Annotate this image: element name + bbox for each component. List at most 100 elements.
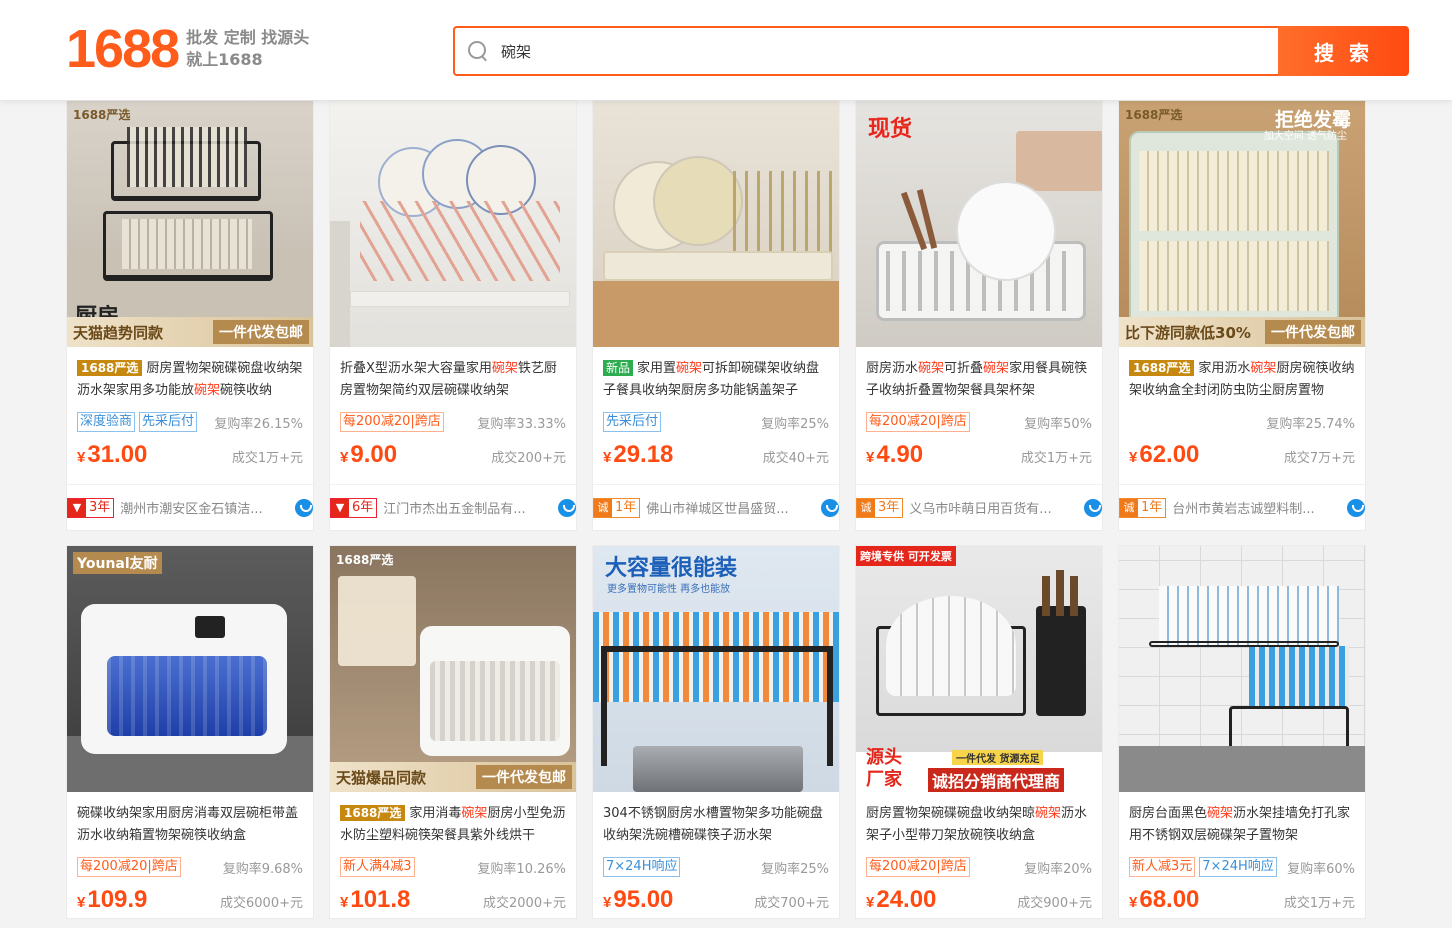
product-card[interactable]: 跨境专供 可开发票 源头 厂家 一件代发 货源充足 诚招分销商代理商 厨房置物架… xyxy=(855,545,1103,919)
title-badge: 1688严选 xyxy=(77,360,143,376)
title-text: 可拆卸碗碟架收纳盘子餐具收纳架厨房多功能锅盖架子 xyxy=(603,361,820,398)
product-image[interactable]: Younal友耐 xyxy=(67,546,313,792)
chengxin-icon: 诚 xyxy=(1120,498,1138,517)
product-image[interactable]: 1688严选 天猫爆品同款 一件代发包邮 xyxy=(330,546,576,792)
title-text: 厨房台面黑色 xyxy=(1129,806,1208,821)
price: ¥62.00 xyxy=(1129,441,1199,469)
shop-years: 6年 xyxy=(352,499,374,515)
search-bar: 搜 索 xyxy=(453,26,1409,76)
title-keyword: 碗架 xyxy=(983,361,1010,376)
shop-years: 3年 xyxy=(89,499,111,515)
tag-row: 每200减20|跨店 复购率50% xyxy=(866,411,1092,433)
rebuy-rate: 复购率25.74% xyxy=(1266,416,1355,432)
promo-tag: 先采后付 xyxy=(139,412,198,432)
wangwang-chat-icon[interactable] xyxy=(821,498,839,517)
product-info: 厨房置物架碗碟碗盘收纳架晾碗架沥水架子小型带刀架放碗筷收纳盒 每200减20|跨… xyxy=(856,803,1102,918)
product-card[interactable]: 新品 家用置碗架可拆卸碗碟架收纳盘子餐具收纳架厨房多功能锅盖架子 先采后付 复购率… xyxy=(592,100,840,531)
shop-row[interactable]: ▼ 6年 江门市杰出五金制品有... xyxy=(330,484,576,530)
shop-name[interactable]: 义乌市咔萌日用百货有... xyxy=(909,498,1076,517)
price: ¥68.00 xyxy=(1129,886,1199,914)
tag-row: 新人减3元 7×24H响应 复购率60% xyxy=(1129,856,1355,878)
product-card[interactable]: 1688严选 天猫爆品同款 一件代发包邮 1688严选 家用消毒碗架厨房小型免沥水… xyxy=(329,545,577,919)
shop-years: 1年 xyxy=(1141,499,1163,515)
product-title[interactable]: 1688严选 厨房置物架碗碟碗盘收纳架沥水架家用多功能放碗架碗筷收纳 xyxy=(77,358,303,402)
wangwang-chat-icon[interactable] xyxy=(1084,498,1102,517)
deal-volume: 成交1万+元 xyxy=(1020,451,1092,466)
title-text: 厨房沥水 xyxy=(866,361,919,376)
product-image[interactable] xyxy=(330,101,576,347)
shop-row[interactable]: 诚 1年 佛山市禅城区世昌盛贸... xyxy=(593,484,839,530)
image-banner-left: 天猫爆品同款 xyxy=(336,768,427,787)
product-image[interactable] xyxy=(1119,546,1365,792)
product-card[interactable]: 厨房1688严选 天猫趋势同款 一件代发包邮 1688严选厨房置物架碗碟碗盘收纳… xyxy=(66,100,314,531)
product-image[interactable]: 现货 xyxy=(856,101,1102,347)
product-title[interactable]: 厨房台面黑色碗架沥水架挂墙免打孔家用不锈钢双层碗碟架子置物架 xyxy=(1129,803,1355,847)
product-card[interactable]: 厨房台面黑色碗架沥水架挂墙免打孔家用不锈钢双层碗碟架子置物架 新人减3元 7×24… xyxy=(1118,545,1366,919)
wangwang-chat-icon[interactable] xyxy=(295,498,313,517)
currency-symbol: ¥ xyxy=(866,894,875,911)
product-image[interactable]: 1688严选 拒绝发霉 加大空间 透气防尘 比下游同款低30% 一件代发包邮 xyxy=(1119,101,1365,347)
image-banner-right: 一件代发包邮 xyxy=(213,320,309,344)
product-image[interactable]: 跨境专供 可开发票 源头 厂家 一件代发 货源充足 诚招分销商代理商 xyxy=(856,546,1102,792)
promo-tag: 每200减20|跨店 xyxy=(866,412,970,432)
product-title[interactable]: 1688严选 家用消毒碗架厨房小型免沥水防尘塑料碗筷架餐具紫外线烘干 xyxy=(340,803,566,847)
image-banner-small: 一件代发 货源充足 xyxy=(952,750,1044,765)
rebuy-rate: 复购率25% xyxy=(761,861,829,877)
tag-row: 每200减20|跨店 复购率9.68% xyxy=(77,856,303,878)
title-keyword: 碗架 xyxy=(1250,361,1277,376)
product-image[interactable] xyxy=(593,101,839,347)
product-card[interactable]: 大容量很能装 更多置物可能性 再多也能放 304不锈钢厨房水槽置物架多功能碗盘收纳… xyxy=(592,545,840,919)
deal-volume: 成交7万+元 xyxy=(1283,451,1355,466)
product-title[interactable]: 厨房置物架碗碟碗盘收纳架晾碗架沥水架子小型带刀架放碗筷收纳盒 xyxy=(866,803,1092,847)
product-card[interactable]: Younal友耐 碗碟收纳架家用厨房消毒双层碗柜带盖沥水收纳箱置物架碗筷收纳盒 … xyxy=(66,545,314,919)
image-banner-left: 比下游同款低30% xyxy=(1125,323,1251,342)
product-card[interactable]: 1688严选 拒绝发霉 加大空间 透气防尘 比下游同款低30% 一件代发包邮 168… xyxy=(1118,100,1366,531)
logo-slogan-line1: 批发 定制 找源头 xyxy=(186,28,310,47)
shop-name[interactable]: 潮州市潮安区金石镇洁... xyxy=(120,498,287,517)
shop-level-badge: ▼ 3年 xyxy=(67,497,115,518)
wangwang-chat-icon[interactable] xyxy=(1347,498,1365,517)
shop-name[interactable]: 台州市黄岩志诚塑料制... xyxy=(1172,498,1339,517)
title-keyword: 碗架 xyxy=(194,383,221,398)
price-row: ¥68.00 成交1万+元 xyxy=(1129,886,1355,918)
site-logo[interactable]: 1688 批发 定制 找源头 就上1688 xyxy=(66,22,309,76)
price-row: ¥9.00 成交200+元 xyxy=(340,441,566,473)
wangwang-chat-icon[interactable] xyxy=(558,498,576,517)
currency-symbol: ¥ xyxy=(77,894,86,911)
search-input[interactable] xyxy=(501,42,1101,60)
logo-number: 1688 xyxy=(66,19,180,79)
product-info: 1688严选 厨房置物架碗碟碗盘收纳架沥水架家用多功能放碗架碗筷收纳 深度验商 先采… xyxy=(67,358,313,473)
shop-years: 3年 xyxy=(878,499,900,515)
rebuy-rate: 复购率10.26% xyxy=(477,861,566,877)
product-title[interactable]: 新品 家用置碗架可拆卸碗碟架收纳盘子餐具收纳架厨房多功能锅盖架子 xyxy=(603,358,829,402)
product-title[interactable]: 1688严选 家用沥水碗架厨房碗筷收纳架收纳盒全封闭防虫防尘厨房置物 xyxy=(1129,358,1355,402)
deal-volume: 成交2000+元 xyxy=(483,896,566,911)
shop-row[interactable]: 诚 3年 义乌市咔萌日用百货有... xyxy=(856,484,1102,530)
product-card[interactable]: 折叠X型沥水架大容量家用碗架铁艺厨房置物架简约双层碗碟收纳架 每200减20|跨… xyxy=(329,100,577,531)
shop-name[interactable]: 江门市杰出五金制品有... xyxy=(383,498,550,517)
shop-row[interactable]: 诚 1年 台州市黄岩志诚塑料制... xyxy=(1119,484,1365,530)
shop-years: 1年 xyxy=(615,499,637,515)
logo-slogan: 批发 定制 找源头 就上1688 xyxy=(186,27,309,71)
product-title[interactable]: 碗碟收纳架家用厨房消毒双层碗柜带盖沥水收纳箱置物架碗筷收纳盒 xyxy=(77,803,303,847)
shop-row[interactable]: ▼ 3年 潮州市潮安区金石镇洁... xyxy=(67,484,313,530)
product-image[interactable]: 厨房1688严选 天猫趋势同款 一件代发包邮 xyxy=(67,101,313,347)
search-button[interactable]: 搜 索 xyxy=(1278,26,1409,76)
currency-symbol: ¥ xyxy=(340,894,349,911)
search-box[interactable] xyxy=(453,26,1278,76)
product-info: 厨房沥水碗架可折叠碗架家用餐具碗筷子收纳折叠置物架餐具架杯架 每200减20|跨… xyxy=(856,358,1102,473)
title-text: 家用沥水 xyxy=(1198,361,1251,376)
shop-level-badge: 诚 1年 xyxy=(593,497,641,518)
product-title[interactable]: 厨房沥水碗架可折叠碗架家用餐具碗筷子收纳折叠置物架餐具架杯架 xyxy=(866,358,1092,402)
product-image[interactable]: 大容量很能装 更多置物可能性 再多也能放 xyxy=(593,546,839,792)
shop-level-badge: 诚 3年 xyxy=(856,497,904,518)
price-row: ¥109.9 成交6000+元 xyxy=(77,886,303,918)
product-title[interactable]: 304不锈钢厨房水槽置物架多功能碗盘收纳架洗碗槽碗碟筷子沥水架 xyxy=(603,803,829,847)
tag-row: 新人满4减3 复购率10.26% xyxy=(340,856,566,878)
shop-name[interactable]: 佛山市禅城区世昌盛贸... xyxy=(646,498,813,517)
title-text: 可折叠 xyxy=(944,361,984,376)
product-card[interactable]: 现货 厨房沥水碗架可折叠碗架家用餐具碗筷子收纳折叠置物架餐具架杯架 每200减2… xyxy=(855,100,1103,531)
product-title[interactable]: 折叠X型沥水架大容量家用碗架铁艺厨房置物架简约双层碗碟收纳架 xyxy=(340,358,566,402)
title-text: 碗筷收纳 xyxy=(220,383,273,398)
image-top-tag: 1688严选 xyxy=(1125,108,1183,122)
